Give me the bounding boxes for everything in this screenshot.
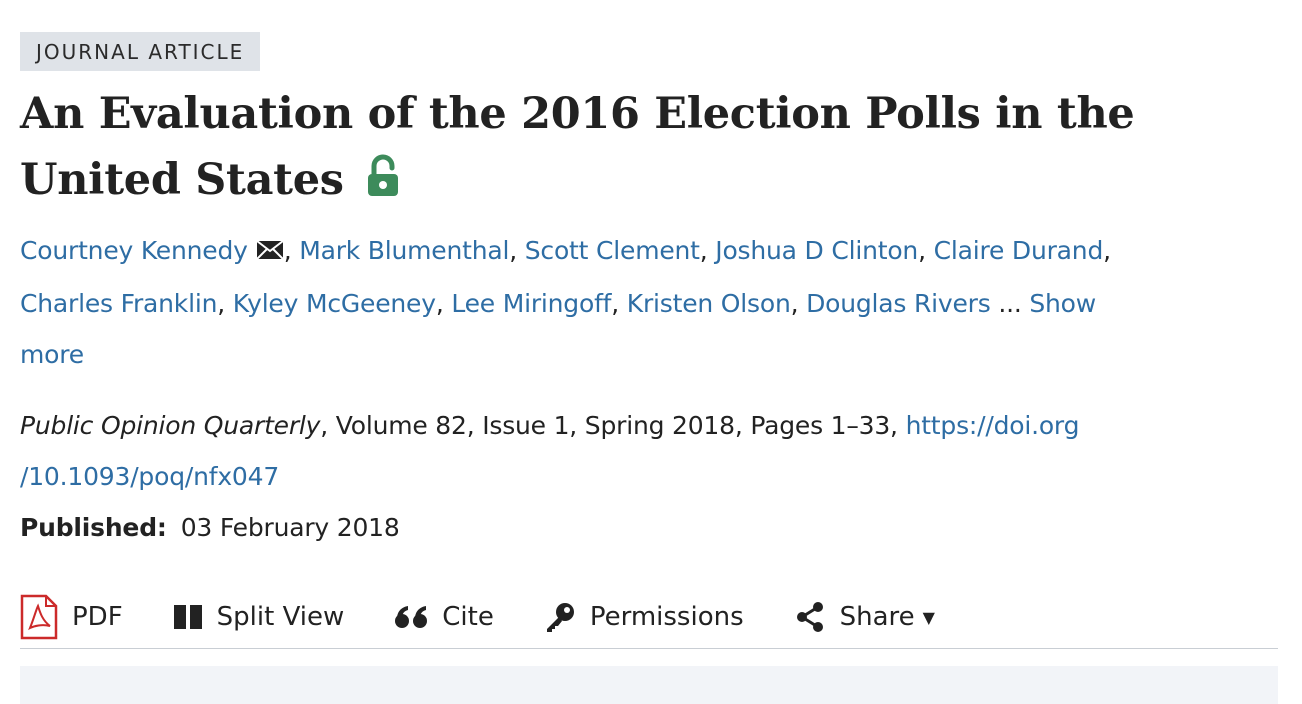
- pdf-icon: [20, 594, 58, 640]
- author-ellipsis: ...: [998, 289, 1022, 318]
- article-title-line-1: An Evaluation of the 2016 Election Polls…: [20, 89, 1135, 139]
- journal-name: Public Opinion Quarterly: [20, 411, 321, 440]
- author-link-kennedy[interactable]: Courtney Kennedy: [20, 236, 248, 265]
- article-type-badge: JOURNAL ARTICLE: [20, 32, 261, 71]
- author-link-blumenthal[interactable]: Mark Blumenthal: [299, 236, 509, 265]
- toolbar-divider: [20, 648, 1278, 649]
- cite-button[interactable]: Cite: [394, 602, 494, 632]
- published-value: 03 February 2018: [180, 513, 400, 542]
- key-icon: [544, 601, 576, 633]
- author-link-clement[interactable]: Scott Clement: [525, 236, 700, 265]
- article-header: JOURNAL ARTICLE An Evaluation of the 201…: [20, 32, 1278, 645]
- article-toolbar: PDF Split View Cite Permissions Share ▼: [20, 589, 1278, 645]
- author-link-miringoff[interactable]: Lee Miringoff: [451, 289, 611, 318]
- author-link-mcgeeney[interactable]: Kyley McGeeney: [233, 289, 436, 318]
- content-panel: [20, 666, 1278, 704]
- author-link-rivers[interactable]: Douglas Rivers: [806, 289, 991, 318]
- permissions-label[interactable]: Permissions: [590, 602, 744, 632]
- envelope-icon[interactable]: [256, 227, 284, 278]
- author-link-clinton[interactable]: Joshua D Clinton: [715, 236, 918, 265]
- published-date: Published: 03 February 2018: [20, 502, 1278, 553]
- share-label[interactable]: Share: [840, 602, 915, 632]
- pdf-label[interactable]: PDF: [72, 602, 123, 632]
- share-icon: [794, 601, 826, 633]
- quote-icon: [394, 604, 428, 630]
- article-title: An Evaluation of the 2016 Election Polls…: [20, 81, 1278, 217]
- split-view-button[interactable]: Split View: [173, 602, 345, 632]
- author-link-franklin[interactable]: Charles Franklin: [20, 289, 217, 318]
- article-title-line-2: United States: [20, 155, 344, 205]
- caret-down-icon: ▼: [922, 607, 935, 627]
- permissions-button[interactable]: Permissions: [544, 601, 744, 633]
- open-lock-icon: [366, 151, 400, 217]
- split-view-icon: [173, 604, 203, 630]
- citation-info: Public Opinion Quarterly, Volume 82, Iss…: [20, 400, 1278, 502]
- author-link-durand[interactable]: Claire Durand: [934, 236, 1104, 265]
- published-label: Published:: [20, 513, 167, 542]
- citation-details: , Volume 82, Issue 1, Spring 2018, Pages…: [320, 411, 906, 440]
- pdf-button[interactable]: PDF: [20, 594, 123, 640]
- author-link-olson[interactable]: Kristen Olson: [627, 289, 791, 318]
- share-dropdown-button[interactable]: Share ▼: [794, 601, 935, 633]
- author-list: Courtney Kennedy, Mark Blumenthal, Scott…: [20, 225, 1278, 380]
- cite-label[interactable]: Cite: [442, 602, 494, 632]
- split-view-label[interactable]: Split View: [217, 602, 345, 632]
